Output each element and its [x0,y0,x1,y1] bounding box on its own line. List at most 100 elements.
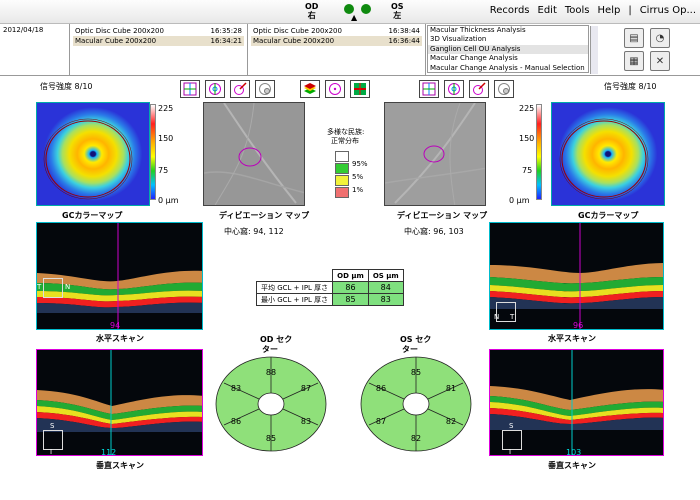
os-hscan-label: 水平スキャン [548,334,596,343]
exam-date[interactable]: 2012/04/18 [3,26,66,34]
od-vscan-slice-number: 112 [101,448,117,456]
od-scan-item-selected[interactable]: Macular Cube 200x200 16:34:21 [73,36,244,46]
od-sector-superotemporal: 83 [231,384,241,393]
legend-5: 5% [352,173,364,181]
os-gc-map-label: GCカラーマップ [578,211,639,220]
od-sector-inferior: 85 [266,434,276,443]
os-sector-inferonasal: 87 [376,417,386,426]
od-signal-strength: 信号強度 8/10 [40,82,93,91]
od-scan-name: Macular Cube 200x200 [75,37,157,45]
circle-overlay-icon-os[interactable] [494,80,514,98]
circle-overlay-icon[interactable] [255,80,275,98]
legend-swatch-yellow [335,175,349,186]
os-eye-indicator-icon[interactable] [361,4,371,14]
min-od-value: 85 [332,293,369,306]
sector-overlay-icon-os[interactable] [444,80,464,98]
od-deviation-map[interactable] [203,102,305,206]
grid-overlay-icon[interactable] [180,80,200,98]
analysis-item[interactable]: Macular Change Analysis [428,54,588,63]
os-horizontal-scan[interactable]: N T 96 [489,222,664,330]
od-sector-diagram[interactable]: 88 83 87 86 83 85 [214,355,328,453]
os-label: OS [391,2,404,11]
analysis-item-selected[interactable]: Ganglion Cell OU Analysis [428,44,588,55]
delete-icon[interactable]: ✕ [650,51,670,71]
fovea-edit-icon-os[interactable] [469,80,489,98]
analysis-list-wrap: Macular Thickness Analysis 3D Visualizat… [427,25,599,73]
menu-help[interactable]: Help [598,5,621,16]
fovea-edit-icon[interactable] [230,80,250,98]
legend-95: 95% [352,160,368,168]
os-colorbar-tick: 0 µm [509,196,530,205]
menu-bar: Records Edit Tools Help | Cirrus Op... [490,5,696,16]
refresh-icon[interactable]: ◔ [650,28,670,48]
od-vertical-scan[interactable]: S I 112 [36,349,203,456]
od-scan-name: Optic Disc Cube 200x200 [75,27,164,35]
od-hscan-orientation [43,278,63,298]
min-os-value: 83 [367,293,404,306]
legend-swatch-green [335,163,349,174]
od-scan-list: Optic Disc Cube 200x200 16:35:28 Macular … [70,24,248,76]
legend-subtitle: 正常分布 [331,137,359,145]
os-gc-color-map[interactable] [551,102,665,206]
row-label-average: 平均 GCL + IPL 厚さ [255,281,334,294]
od-vscan-s-label: S [50,422,55,430]
layer-stack-icon[interactable] [300,80,320,98]
os-vertical-scan[interactable]: S I 103 [489,349,664,456]
save-icon[interactable]: ▤ [624,28,644,48]
os-colorbar-tick: 150 [519,134,535,143]
od-scan-item[interactable]: Optic Disc Cube 200x200 16:35:28 [73,26,244,36]
od-deviation-map-label: ディビエーション マップ [219,211,310,220]
os-sector-diagram[interactable]: 85 86 81 87 82 82 [359,355,473,453]
os-eye-label: OS 左 [391,2,404,20]
menu-tools[interactable]: Tools [565,5,590,16]
od-vscan-orientation [43,430,63,450]
menu-edit[interactable]: Edit [538,5,557,16]
od-eye-label: OD 右 [305,2,318,20]
grid-overlay-icon-os[interactable] [419,80,439,98]
os-sector-superotemporal: 81 [446,384,456,393]
analysis-item[interactable]: Macular Thickness Analysis [428,26,588,35]
os-vscan-s-label: S [509,422,514,430]
os-scan-item-selected[interactable]: Macular Cube 200x200 16:36:44 [251,36,422,46]
od-sector-inferotemporal: 86 [231,417,241,426]
os-scan-name: Optic Disc Cube 200x200 [253,27,342,35]
os-sublabel: 左 [393,11,402,20]
menu-separator: | [628,5,632,16]
analysis-list-scrollbar[interactable] [590,26,598,74]
os-hscan-t-label: T [510,313,515,321]
print-icon[interactable]: ▦ [624,51,644,71]
os-sector-inferior: 82 [411,434,421,443]
os-scan-item[interactable]: Optic Disc Cube 200x200 16:38:44 [251,26,422,36]
od-gc-color-map[interactable] [36,102,150,206]
od-vscan-i-label: I [50,448,53,456]
os-sector-superonasal: 86 [376,384,386,393]
exam-bar: 2012/04/18 Optic Disc Cube 200x200 16:35:… [0,24,700,76]
od-gc-map-label: GCカラーマップ [62,211,123,220]
analysis-item[interactable]: 3D Visualization [428,35,588,44]
od-colorbar-tick: 0 µm [158,196,179,205]
menu-records[interactable]: Records [490,5,530,16]
sector-overlay-icon[interactable] [205,80,225,98]
os-hscan-slice-number: 96 [573,321,584,330]
od-sector-superior: 88 [266,368,276,377]
od-vscan-label: 垂直スキャン [96,461,144,470]
od-hscan-t-label: T [37,283,42,291]
os-hscan-n-label: N [494,313,500,321]
od-colorbar-tick: 150 [158,134,174,143]
od-sublabel: 右 [307,11,316,20]
menu-cirrus[interactable]: Cirrus Op... [640,5,696,16]
analysis-item[interactable]: Macular Change Analysis - Manual Selecti… [428,64,588,72]
thickness-map-icon[interactable] [350,80,370,98]
deviation-circle-icon[interactable] [325,80,345,98]
os-colorbar-tick: 225 [519,104,535,113]
od-sector-inferonasal: 83 [301,417,311,426]
os-deviation-map[interactable] [384,102,486,206]
od-colorbar-tick: 75 [158,166,169,175]
os-scan-list: Optic Disc Cube 200x200 16:38:44 Macular … [248,24,426,76]
table-row: 最小 GCL + IPL 厚さ 85 83 [255,293,404,306]
od-horizontal-scan[interactable]: T N 94 [36,222,203,330]
exam-date-cell: 2012/04/18 [0,24,70,76]
os-deviation-map-label: ディビエーション マップ [397,211,488,220]
os-scan-name: Macular Cube 200x200 [253,37,335,45]
od-hscan-n-label: N [65,283,71,291]
